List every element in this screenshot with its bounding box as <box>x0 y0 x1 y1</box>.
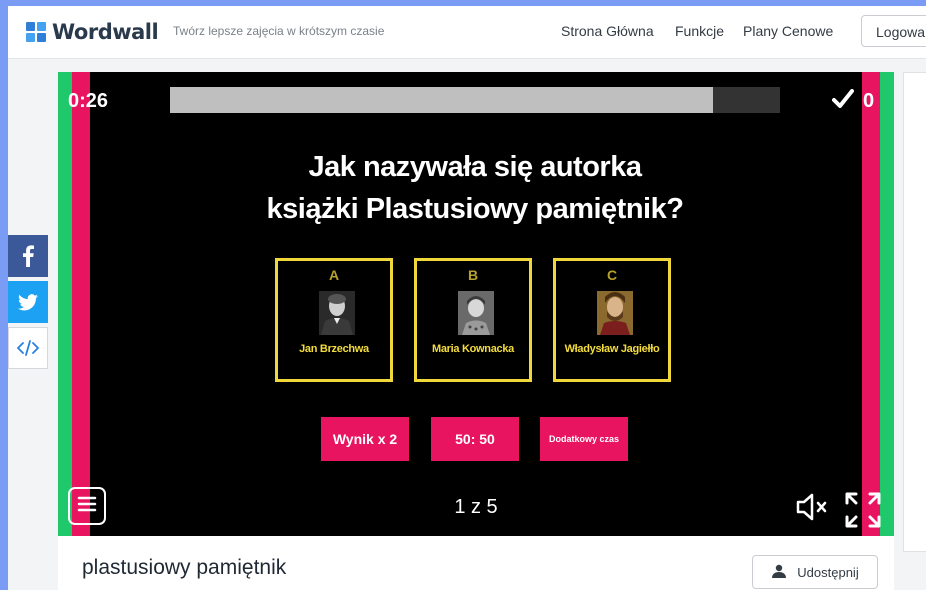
share-button[interactable]: Udostępnij <box>752 555 878 589</box>
powerup-extra-time-button[interactable]: Dodatkowy czas <box>540 417 628 461</box>
tagline: Twórz lepsze zajęcia w krótszym czasie <box>173 24 385 38</box>
question-counter: 1 z 5 <box>454 496 498 518</box>
nav-home[interactable]: Strona Główna <box>561 23 654 39</box>
powerup-double-score-button[interactable]: Wynik x 2 <box>321 417 409 461</box>
logo-text: Wordwall <box>52 20 159 44</box>
time-progress-fill <box>170 87 713 113</box>
share-label: Udostępnij <box>797 564 859 580</box>
top-header: Wordwall Twórz lepsze zajęcia w krótszym… <box>8 6 926 59</box>
question-line-2: książki Plastusiowy pamiętnik? <box>266 193 684 225</box>
answer-option-b[interactable]: B Maria Kownacka <box>414 258 532 382</box>
portrait-image <box>597 291 633 335</box>
left-pink-stripe <box>72 72 90 536</box>
embed-code-icon <box>17 340 39 356</box>
facebook-icon <box>21 245 35 267</box>
fullscreen-icon[interactable] <box>844 491 882 534</box>
answer-label: Maria Kownacka <box>431 343 514 355</box>
answer-letter: C <box>606 267 618 283</box>
mute-icon[interactable] <box>795 492 829 527</box>
twitter-share-button[interactable] <box>8 281 48 323</box>
answer-label: Jan Brzechwa <box>299 343 369 355</box>
answer-option-c[interactable]: C Władysław Jagiełło <box>553 258 671 382</box>
score: 0 <box>863 90 875 112</box>
answer-letter: B <box>467 267 479 283</box>
right-pink-stripe <box>862 72 880 536</box>
timer: 0:26 <box>68 90 109 112</box>
page: Wordwall Twórz lepsze zajęcia w krótszym… <box>8 6 926 590</box>
wordwall-logo-icon <box>26 22 46 42</box>
powerup-fifty-fifty-button[interactable]: 50: 50 <box>431 417 519 461</box>
answer-label: Władysław Jagiełło <box>564 343 660 355</box>
question-line-1: Jak nazywała się autorka <box>308 151 642 183</box>
twitter-icon <box>18 293 38 311</box>
login-button[interactable]: Logowa <box>861 15 926 47</box>
answer-option-a[interactable]: A Jan Brzechwa <box>275 258 393 382</box>
activity-info-bar: plastusiowy pamiętnik Udostępnij <box>58 536 894 590</box>
right-green-stripe <box>880 72 894 536</box>
portrait-image <box>319 291 355 335</box>
time-progress-bar <box>170 87 780 113</box>
embed-button[interactable] <box>8 327 48 369</box>
hamburger-icon <box>77 495 97 518</box>
answer-letter: A <box>328 267 340 283</box>
wordwall-logo[interactable]: Wordwall <box>26 20 159 44</box>
question-text: Jak nazywała się autorka książki Plastus… <box>170 146 780 230</box>
menu-button[interactable] <box>68 487 106 525</box>
portrait-image <box>458 291 494 335</box>
nav-pricing[interactable]: Plany Cenowe <box>743 23 833 39</box>
left-green-stripe <box>58 72 72 536</box>
quiz-game: 0:26 0 Jak nazywała się autorka książki … <box>58 72 894 536</box>
activity-title: plastusiowy pamiętnik <box>82 556 287 579</box>
right-panel <box>903 72 926 552</box>
check-icon <box>832 89 854 114</box>
nav-features[interactable]: Funkcje <box>675 23 724 39</box>
facebook-share-button[interactable] <box>8 235 48 277</box>
user-icon <box>771 564 787 581</box>
